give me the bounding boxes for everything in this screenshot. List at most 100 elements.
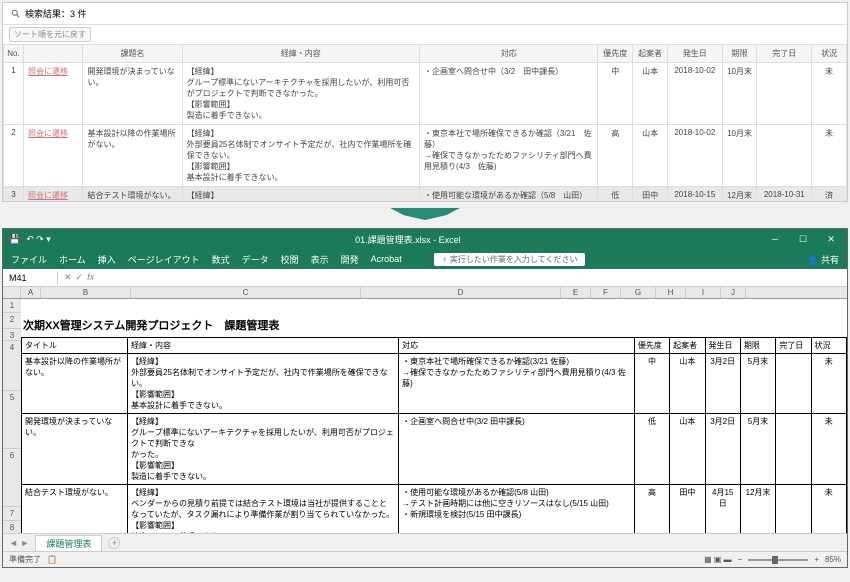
th-content[interactable]: 経緯・内容 — [182, 45, 419, 63]
xcell-owner[interactable]: 田中 — [670, 485, 705, 534]
add-sheet-button[interactable]: + — [108, 537, 120, 549]
xcell-due[interactable]: 12月末 — [740, 485, 775, 534]
xcell-action[interactable]: ・企画室へ問合せ中(3/2 田中課長) — [399, 414, 635, 485]
ribbon-share[interactable]: 👤 共有 — [807, 253, 839, 266]
th-blank[interactable] — [23, 45, 82, 63]
xcell-owner[interactable]: 山本 — [670, 414, 705, 485]
cell-status: 未 — [812, 63, 847, 125]
cell-priority: 高 — [598, 125, 633, 187]
cell-action: ・使用可能な環境があるか確認（5/8 山田） →テスト計画時期には他に空きリソー… — [420, 187, 598, 203]
view-buttons[interactable]: ▦ ▣ ▬ — [704, 555, 732, 564]
ribbon-formula[interactable]: 数式 — [212, 253, 230, 266]
th-owner[interactable]: 起案者 — [633, 45, 668, 63]
cell-content: 【経緯】 ベンダーからの見積り前提では結合テスト環境は当社が提供することと なっ… — [182, 187, 419, 203]
formula-bar: M41 ✕✓fx — [3, 269, 847, 287]
arrow-down-icon — [0, 208, 850, 222]
cell-no: 1 — [4, 63, 24, 125]
xcell-date[interactable]: 3月2日 — [705, 354, 740, 414]
xcell-due[interactable]: 5月末 — [740, 414, 775, 485]
xcell-title[interactable]: 結合テスト環境がない。 — [22, 485, 128, 534]
sheet-tab-active[interactable]: 課題管理表 — [35, 535, 102, 551]
ribbon-view[interactable]: 表示 — [311, 253, 329, 266]
search-header: 検索結果：3 件 — [3, 3, 847, 25]
cell-title: 基本設計以降の作業場所がない。 — [83, 125, 182, 187]
th-status[interactable]: 状況 — [812, 45, 847, 63]
row-headers[interactable]: 12345678910 — [3, 299, 21, 533]
xcell-done[interactable] — [776, 354, 811, 414]
xcell-priority[interactable]: 中 — [634, 354, 669, 414]
xcell-date[interactable]: 4月15日 — [705, 485, 740, 534]
sheet-tabs: ◄ ► 課題管理表 + — [3, 533, 847, 551]
ribbon-tellme[interactable]: ♀ 実行したい作業を入力してください — [434, 253, 586, 266]
sheet-nav[interactable]: ◄ ► — [3, 538, 35, 548]
xcell-owner[interactable]: 山本 — [670, 354, 705, 414]
excel-ribbon: ファイル ホーム 挿入 ページレイアウト 数式 データ 校閲 表示 開発 Acr… — [3, 249, 847, 269]
zoom-level[interactable]: 85% — [825, 555, 841, 564]
xcell-content[interactable]: 【経緯】 外部要員25名体制でオンサイト予定だが、社内で作業場所を確保できない。… — [128, 354, 399, 414]
search-count: 検索結果：3 件 — [25, 7, 87, 20]
cell-link[interactable]: 照会に遷移 — [23, 63, 82, 125]
search-icon — [11, 9, 21, 19]
xcell-priority[interactable]: 高 — [634, 485, 669, 534]
th-no[interactable]: No. — [4, 45, 24, 63]
cell-no: 3 — [4, 187, 24, 203]
qat-icons[interactable]: ↶ ↷ ▾ — [26, 234, 51, 245]
cell-action: ・東京本社で場所確保できるか確認（3/21 佐藤） →確保できなかったためファシ… — [420, 125, 598, 187]
th-due[interactable]: 期限 — [722, 45, 757, 63]
xcell-action[interactable]: ・使用可能な環境があるか確認(5/8 山田) →テスト計画時期には他に空きリソー… — [399, 485, 635, 534]
ribbon-acrobat[interactable]: Acrobat — [371, 254, 402, 264]
xcell-status[interactable]: 未 — [811, 354, 846, 414]
column-headers[interactable]: ABCDEFGHIJ — [3, 287, 847, 299]
xcell-status[interactable]: 未 — [811, 414, 846, 485]
xcell-title[interactable]: 基本設計以降の作業場所がない。 — [22, 354, 128, 414]
minimize-button[interactable]: ─ — [765, 234, 785, 245]
ribbon-data[interactable]: データ — [242, 253, 269, 266]
ribbon-insert[interactable]: 挿入 — [98, 253, 116, 266]
cell-owner: 山本 — [633, 63, 668, 125]
cell-content: 【経緯】 グループ標準にないアーキテクチャを採用したいが、利用可否がプロジェクト… — [182, 63, 419, 125]
cell-title: 結合テスト環境がない。 — [83, 187, 182, 203]
th-priority[interactable]: 優先度 — [598, 45, 633, 63]
th-title[interactable]: 課題名 — [83, 45, 182, 63]
fx-buttons[interactable]: ✕✓fx — [58, 272, 100, 283]
maximize-button[interactable]: ☐ — [793, 234, 813, 245]
xcell-title[interactable]: 開発環境が決まっていない。 — [22, 414, 128, 485]
name-box[interactable]: M41 — [3, 271, 58, 285]
cell-done: 2018-10-31 — [757, 187, 812, 203]
excel-titlebar: 💾 ↶ ↷ ▾ 01.課題管理表.xlsx - Excel ─ ☐ ✕ — [3, 229, 847, 249]
xcell-done[interactable] — [776, 414, 811, 485]
save-icon[interactable]: 💾 — [9, 234, 20, 245]
results-table: No. 課題名 経緯・内容 対応 優先度 起案者 発生日 期限 完了日 状況 1… — [3, 44, 847, 202]
xcell-priority[interactable]: 低 — [634, 414, 669, 485]
xcell-status[interactable]: 未 — [811, 485, 846, 534]
ribbon-layout[interactable]: ページレイアウト — [128, 253, 200, 266]
xcell-content[interactable]: 【経緯】 ベンダーからの見積り前提では結合テスト環境は当社が提供することと なっ… — [128, 485, 399, 534]
xcell-action[interactable]: ・東京本社で場所確保できるか確認(3/21 佐藤) →確保できなかったためファシ… — [399, 354, 635, 414]
reset-sort-button[interactable]: ソート順を元に戻す — [9, 27, 91, 42]
xcell-content[interactable]: 【経緯】 グループ標準にないアーキテクチャを採用したいが、利用可否がプロジェクト… — [128, 414, 399, 485]
th-date[interactable]: 発生日 — [667, 45, 722, 63]
cell-done — [757, 63, 812, 125]
xcell-due[interactable]: 5月末 — [740, 354, 775, 414]
ribbon-review[interactable]: 校閲 — [281, 253, 299, 266]
status-text: 準備完了 — [9, 554, 41, 565]
cell-date: 2018-10-02 — [667, 63, 722, 125]
ribbon-file[interactable]: ファイル — [11, 253, 47, 266]
zoom-out[interactable]: − — [738, 555, 743, 564]
zoom-in[interactable]: + — [814, 555, 819, 564]
ribbon-home[interactable]: ホーム — [59, 253, 86, 266]
cell-priority: 低 — [598, 187, 633, 203]
project-title: 次期XX管理システム開発プロジェクト 課題管理表 — [21, 313, 847, 337]
xcell-date[interactable]: 3月2日 — [705, 414, 740, 485]
sheet-area[interactable]: ABCDEFGHIJ 12345678910 次期XX管理システム開発プロジェク… — [3, 287, 847, 533]
th-done[interactable]: 完了日 — [757, 45, 812, 63]
ribbon-dev[interactable]: 開発 — [341, 253, 359, 266]
cell-content: 【経緯】 外部要員25名体制でオンサイト予定だが、社内で作業場所を確保できない。… — [182, 125, 419, 187]
xcell-done[interactable] — [776, 485, 811, 534]
cell-link[interactable]: 照会に遷移 — [23, 125, 82, 187]
zoom-slider[interactable] — [748, 559, 808, 561]
cell-done — [757, 125, 812, 187]
th-action[interactable]: 対応 — [420, 45, 598, 63]
close-button[interactable]: ✕ — [821, 234, 841, 245]
cell-link[interactable]: 照会に遷移 — [23, 187, 82, 203]
